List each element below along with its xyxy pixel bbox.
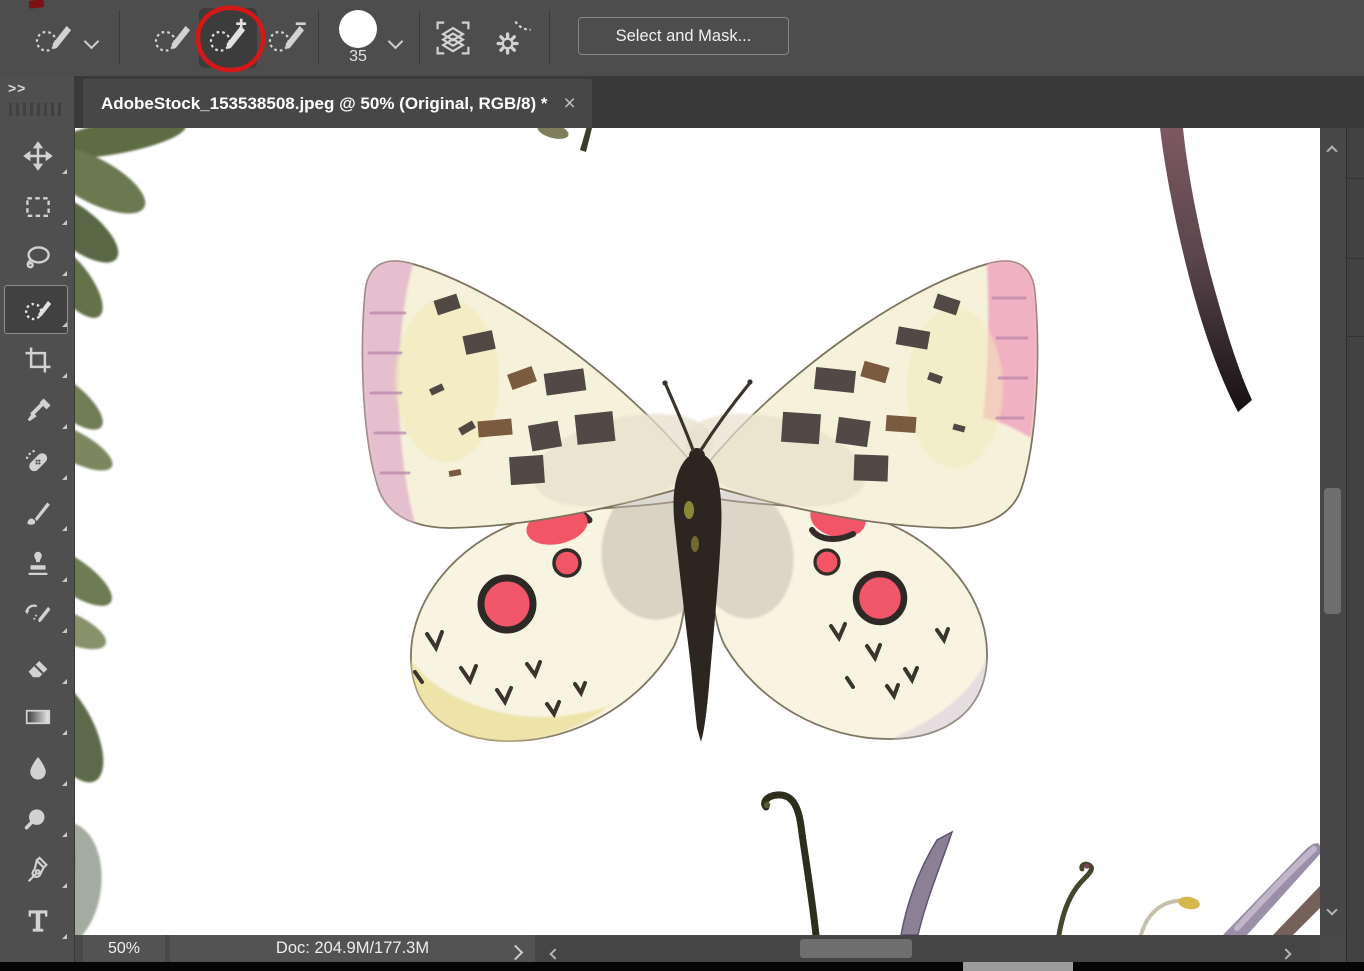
add-to-selection-button[interactable] (199, 8, 257, 68)
document-tab[interactable]: AdobeStock_153538508.jpeg @ 50% (Origina… (83, 79, 592, 128)
document-canvas[interactable] (75, 128, 1320, 935)
bottom-edge-strip (0, 962, 1364, 971)
separator (318, 10, 319, 64)
tool-eraser[interactable] (0, 640, 75, 691)
select-and-mask-button[interactable]: Select and Mask... (578, 17, 789, 55)
tool-clone-stamp[interactable] (0, 538, 75, 589)
tool-flyout-indicator (62, 934, 67, 939)
brush-settings-gear-icon[interactable] (490, 16, 534, 60)
zoom-level-field[interactable]: 50% (83, 935, 165, 962)
scroll-right-icon[interactable] (1280, 945, 1292, 963)
butterfly (361, 260, 1039, 742)
horizontal-scrollbar[interactable] (535, 935, 1320, 962)
scroll-up-icon[interactable] (1326, 142, 1338, 160)
separator (119, 10, 120, 64)
tool-flyout-indicator (62, 373, 67, 378)
vertical-scrollbar[interactable] (1320, 128, 1346, 935)
scroll-down-icon[interactable] (1326, 901, 1338, 919)
panel-dock-edge (1346, 128, 1364, 962)
status-expand-icon[interactable] (507, 944, 524, 963)
tool-blur[interactable] (0, 742, 75, 793)
separator (419, 10, 420, 64)
new-selection-icon (154, 25, 191, 52)
top-stem-fragments (537, 128, 592, 152)
tool-history-brush[interactable] (0, 589, 75, 640)
zoom-level-value: 50% (107, 939, 141, 957)
tool-flyout-indicator (62, 220, 67, 225)
tool-sidebar: >> (0, 76, 75, 962)
tool-selection-brush[interactable] (0, 283, 75, 334)
doc-info-field[interactable]: Doc: 204.9M/177.3M (170, 935, 535, 962)
tool-flyout-indicator (62, 730, 67, 735)
tool-pen[interactable] (0, 844, 75, 895)
butterfly-artwork (75, 128, 1320, 935)
selection-brush-preset-icon[interactable] (32, 16, 76, 60)
horizontal-scrollbar-thumb[interactable] (800, 939, 912, 958)
tool-flyout-indicator (62, 628, 67, 633)
add-to-selection-icon (209, 18, 247, 52)
tool-gradient[interactable] (0, 691, 75, 742)
tool-zoom[interactable] (0, 793, 75, 844)
select-and-mask-label: Select and Mask... (615, 26, 752, 45)
brush-size-circle-icon[interactable] (339, 10, 377, 48)
chevron-down-icon[interactable] (387, 33, 404, 52)
tool-type[interactable] (0, 895, 75, 946)
chevron-down-icon[interactable] (83, 33, 100, 52)
sample-all-layers-icon[interactable] (431, 16, 475, 60)
status-bar: 50% Doc: 204.9M/177.3M (75, 935, 1320, 962)
twig (1160, 128, 1252, 412)
brush-size-value: 35 (349, 48, 367, 65)
tool-flyout-indicator (62, 577, 67, 582)
document-tab-bar: AdobeStock_153538508.jpeg @ 50% (Origina… (75, 76, 1364, 128)
subtract-from-selection-icon (268, 22, 306, 52)
tool-flyout-indicator (62, 424, 67, 429)
tool-crop[interactable] (0, 334, 75, 385)
tool-flyout-indicator (62, 832, 67, 837)
fern-leaves (75, 128, 186, 935)
tool-flyout-indicator (62, 781, 67, 786)
scrollbar-corner (1320, 935, 1346, 962)
tool-rectangular-marquee[interactable] (0, 181, 75, 232)
document-tab-title: AdobeStock_153538508.jpeg @ 50% (Origina… (101, 93, 548, 113)
tool-spot-healing-brush[interactable] (0, 436, 75, 487)
bottom-stems (761, 791, 1320, 935)
tool-flyout-indicator (62, 322, 67, 327)
tool-eyedropper[interactable] (0, 385, 75, 436)
tool-move[interactable] (0, 130, 75, 181)
vertical-scrollbar-thumb[interactable] (1324, 488, 1341, 614)
tool-flyout-indicator (62, 679, 67, 684)
collapse-toolbar-button[interactable]: >> (8, 80, 26, 96)
tool-flyout-indicator (62, 475, 67, 480)
subtract-from-selection-button[interactable] (258, 8, 316, 68)
scroll-left-icon[interactable] (549, 945, 561, 963)
close-tab-icon[interactable]: × (563, 93, 575, 114)
new-selection-button[interactable] (144, 8, 202, 68)
tool-flyout-indicator (62, 271, 67, 276)
red-annotation-mark (28, 0, 45, 9)
tool-lasso[interactable] (0, 232, 75, 283)
doc-info-value: Doc: 204.9M/177.3M (275, 939, 430, 957)
tool-flyout-indicator (62, 169, 67, 174)
separator (549, 10, 550, 64)
bottom-edge-segment (963, 962, 1073, 971)
toolbar-grip[interactable] (9, 103, 65, 116)
tool-flyout-indicator (62, 526, 67, 531)
tool-brush[interactable] (0, 487, 75, 538)
tool-flyout-indicator (62, 883, 67, 888)
options-bar: 35 Select and Mask... (0, 0, 1364, 77)
